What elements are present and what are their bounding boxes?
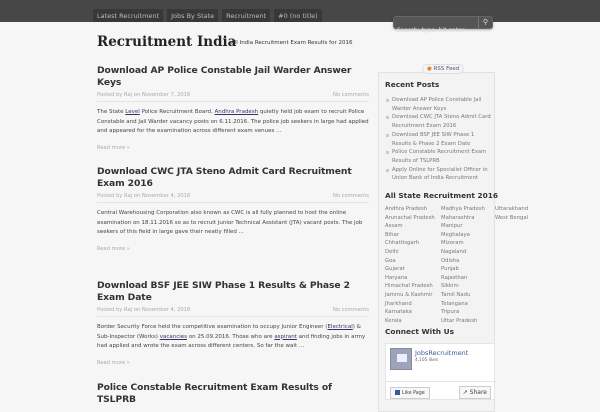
state-link[interactable]: Assam <box>385 222 441 231</box>
search-box: ⚲ <box>393 16 493 36</box>
rss-label: RSS Feed <box>433 66 460 72</box>
comments-link[interactable]: No comments <box>333 307 369 313</box>
state-link[interactable]: Uttar Pradesh <box>441 317 495 326</box>
facebook-likes-count: 4,105 likes <box>415 358 439 363</box>
read-more-link[interactable]: Read more » <box>97 145 369 151</box>
link-vacancies[interactable]: vacancies <box>160 334 187 340</box>
excerpt-text: Police Recruitment Board, <box>139 109 215 115</box>
main-nav: Latest Recruitment Jobs By State Recruit… <box>93 9 322 22</box>
state-link[interactable]: Telangana <box>441 300 495 309</box>
post-meta: Posted by Raj on November 4, 2016 <box>97 307 191 313</box>
post-excerpt: The State Level Police Recruitment Board… <box>97 108 369 137</box>
link-level[interactable]: Level <box>125 109 140 115</box>
link-aspirant[interactable]: aspirant <box>274 334 297 340</box>
state-link[interactable]: Maharashtra <box>441 214 495 223</box>
nav-jobs-by-state[interactable]: Jobs By State <box>167 9 219 22</box>
facebook-page-avatar[interactable] <box>390 348 412 370</box>
state-link[interactable]: Manipur <box>441 222 495 231</box>
state-link[interactable]: Meghalaya <box>441 231 495 240</box>
facebook-page-name[interactable]: JobsRecruitment <box>415 349 468 357</box>
nav-latest-recruitment[interactable]: Latest Recruitment <box>93 9 164 22</box>
like-page-button[interactable]: Like Page <box>390 387 430 399</box>
state-link[interactable]: Rajasthan <box>441 274 495 283</box>
state-link[interactable]: Punjab <box>441 265 495 274</box>
recent-post-link[interactable]: Download AP Police Constable Jail Warder… <box>385 96 493 113</box>
read-more-link[interactable]: Read more » <box>97 246 369 252</box>
state-link[interactable]: Nagaland <box>441 248 495 257</box>
state-link[interactable]: Bihar <box>385 231 441 240</box>
states-list: Andhra Pradesh Arunachal Pradesh Assam Biha… <box>385 205 528 326</box>
excerpt-text: on 25.09.2016. Those who are <box>187 333 275 340</box>
state-link[interactable]: Haryana <box>385 274 441 283</box>
state-link[interactable]: Goa <box>385 257 441 266</box>
rss-feed-button[interactable]: ● RSS Feed <box>422 64 465 74</box>
state-link[interactable]: Kerala <box>385 317 441 326</box>
state-link[interactable]: Himachal Pradesh <box>385 282 441 291</box>
search-icon[interactable]: ⚲ <box>478 17 492 28</box>
share-button[interactable]: ↗ Share <box>458 386 491 399</box>
states-heading: All State Recruitment 2016 <box>385 191 499 200</box>
post-title[interactable]: Download AP Police Constable Jail Warder… <box>97 65 369 89</box>
facebook-widget: JobsRecruitment 4,105 likes Like Page ↗ … <box>385 343 496 400</box>
recent-post-link[interactable]: Apply Online for Specialist Officer in U… <box>385 166 493 183</box>
search-input[interactable] <box>394 25 474 36</box>
post: Download CWC JTA Steno Admit Card Recrui… <box>97 166 369 252</box>
post-title[interactable]: Download CWC JTA Steno Admit Card Recrui… <box>97 166 369 190</box>
state-link[interactable]: Madhya Pradesh <box>441 205 495 214</box>
state-link[interactable]: Gujarat <box>385 265 441 274</box>
state-link[interactable]: Sikkim <box>441 282 495 291</box>
divider <box>386 381 496 382</box>
post-excerpt: Border Security Force held the competiti… <box>97 323 369 352</box>
nav-no-title[interactable]: #0 (no title) <box>274 9 322 22</box>
recent-post-link[interactable]: Download BSF JEE SIW Phase 1 Results & P… <box>385 131 493 148</box>
state-link[interactable]: Arunachal Pradesh <box>385 214 441 223</box>
excerpt-text: Border Security Force held the competiti… <box>97 324 328 330</box>
post-meta: Posted by Raj on November 7, 2016 <box>97 92 191 98</box>
nav-recruitment[interactable]: Recruitment <box>222 9 271 22</box>
state-link[interactable]: Mizoram <box>441 239 495 248</box>
state-link[interactable]: Andhra Pradesh <box>385 205 441 214</box>
comments-link[interactable]: No comments <box>333 193 369 199</box>
site-title[interactable]: Recruitment India <box>97 34 236 50</box>
connect-heading: Connect With Us <box>385 327 454 336</box>
state-link[interactable]: Chhattisgarh <box>385 239 441 248</box>
state-link[interactable]: Odisha <box>441 257 495 266</box>
state-link[interactable]: Uttarakhand <box>495 205 528 214</box>
state-link[interactable]: Tripura <box>441 308 495 317</box>
link-andhra-pradesh[interactable]: Andhra Pradesh <box>214 109 258 115</box>
comments-link[interactable]: No comments <box>333 92 369 98</box>
post-title[interactable]: Police Constable Recruitment Exam Result… <box>97 382 369 406</box>
recent-posts-list: Download AP Police Constable Jail Warder… <box>385 96 493 183</box>
excerpt-text: The State <box>97 109 126 115</box>
rss-icon: ● <box>427 66 432 72</box>
recent-post-link[interactable]: Download CWC JTA Steno Admit Card Recrui… <box>385 113 493 130</box>
share-label: Share <box>469 389 487 396</box>
link-electrical[interactable]: Electrical <box>327 324 352 330</box>
like-label: Like Page <box>402 391 425 396</box>
state-link[interactable]: Karnataka <box>385 308 441 317</box>
state-link[interactable]: Tamil Nadu <box>441 291 495 300</box>
recent-post-link[interactable]: Police Constable Recruitment Exam Result… <box>385 148 493 165</box>
site-tagline: All India Recruitment Exam Results for 2… <box>231 40 353 46</box>
read-more-link[interactable]: Read more » <box>97 360 369 366</box>
state-link[interactable]: Jharkhand <box>385 300 441 309</box>
facebook-icon <box>395 390 400 395</box>
state-link[interactable]: West Bengal <box>495 214 528 223</box>
post: Police Constable Recruitment Exam Result… <box>97 382 369 406</box>
state-link[interactable]: Jammu & Kashmir <box>385 291 441 300</box>
post-title[interactable]: Download BSF JEE SIW Phase 1 Results & P… <box>97 280 369 304</box>
share-icon: ↗ <box>462 389 468 396</box>
post: Download AP Police Constable Jail Warder… <box>97 65 369 151</box>
post-meta: Posted by Raj on November 4, 2016 <box>97 193 191 199</box>
post: Download BSF JEE SIW Phase 1 Results & P… <box>97 280 369 366</box>
recent-posts-heading: Recent Posts <box>385 80 440 89</box>
post-excerpt: Central Warehousing Corporation also kno… <box>97 210 363 235</box>
state-link[interactable]: Delhi <box>385 248 441 257</box>
